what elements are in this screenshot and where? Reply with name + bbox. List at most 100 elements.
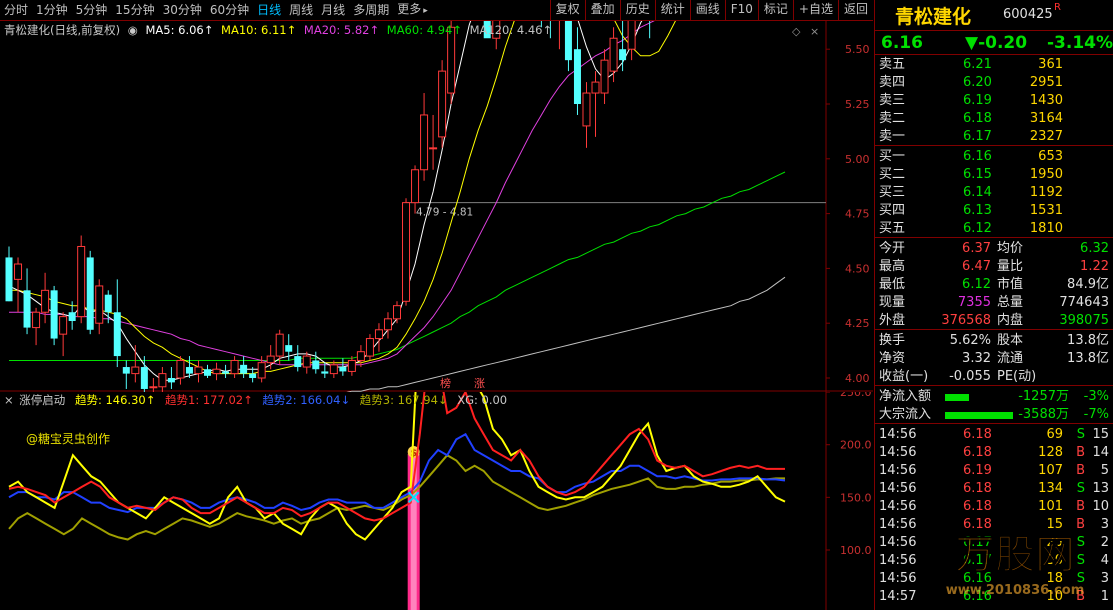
bid-row[interactable]: 买三 6.14 1192 (875, 184, 1113, 202)
ask-row[interactable]: 卖一 6.17 2327 (875, 128, 1113, 146)
candle (77, 235, 86, 324)
candle-body (131, 366, 140, 375)
bid-price: 6.16 (963, 149, 992, 164)
tab-period[interactable]: 多周期 (349, 0, 393, 21)
tab-period[interactable]: 周线 (285, 0, 317, 21)
back-button[interactable]: 返回 (837, 0, 873, 21)
close-icon[interactable]: × (4, 393, 14, 407)
candle (600, 49, 609, 104)
candle-body (294, 356, 302, 368)
candle (95, 279, 104, 335)
stat-value: 376568 (941, 313, 991, 328)
chart-header: 青松建化(日线,前复权) ◉ MA5: 6.06↑ MA10: 6.11↑ MA… (0, 21, 556, 39)
tab-period[interactable]: 60分钟 (206, 0, 253, 21)
stat-label: 总量 (997, 295, 1024, 310)
tick-count: 5 (1100, 463, 1109, 478)
watermark-url: www.2010836.com (946, 583, 1085, 598)
candle-body (582, 92, 591, 127)
ask-label: 卖一 (879, 129, 906, 144)
tick-side: S (1076, 481, 1085, 496)
tab-period[interactable]: 月线 (317, 0, 349, 21)
candle-body (619, 49, 627, 61)
tab-period[interactable]: 分时 (0, 0, 32, 21)
bid-vol: 1192 (1029, 185, 1063, 200)
y-tick-label: 5.00 (845, 153, 870, 166)
indicator-credit: @糖宝灵虫创作 (26, 432, 111, 446)
candlestick-chart[interactable]: 6.506.256.005.755.505.255.004.754.504.25… (0, 21, 873, 392)
trend2-label: 趋势2: 166.04↓ (262, 393, 351, 407)
tick-time: 14:56 (879, 535, 917, 550)
candle-body (347, 359, 356, 372)
tab-period[interactable]: 30分钟 (159, 0, 206, 21)
ask-row[interactable]: 卖三 6.19 1430 (875, 92, 1113, 110)
add-watchlist-button[interactable]: +自选 (792, 0, 838, 21)
flow-pct: -7% (1083, 407, 1109, 422)
bid-price: 6.15 (963, 167, 992, 182)
candle (374, 323, 383, 352)
indicator-chart[interactable]: 300.0250.0200.0150.0100.0$ × 涨停启动 趋势: 14… (0, 392, 873, 610)
candle-body (339, 367, 347, 372)
watermark-logo: 万股网 www.2010836.com (946, 532, 1085, 599)
tick-time: 14:56 (879, 445, 917, 460)
candle-body (609, 37, 618, 72)
candle-body (321, 371, 329, 374)
stat-value: 774643 (1059, 295, 1109, 310)
candlestick-svg[interactable]: 6.506.256.005.755.505.255.004.754.504.25… (0, 21, 873, 392)
bid-row[interactable]: 买五 6.12 1810 (875, 220, 1113, 238)
ask-row[interactable]: 卖五 6.21 361 (875, 56, 1113, 74)
tick-volume: 128 (1038, 445, 1063, 460)
candle (122, 360, 130, 389)
candle (212, 362, 221, 381)
ask-label: 卖五 (879, 57, 906, 72)
tick-row: 14:56 6.18 101 B 10 (875, 498, 1113, 516)
stat-label: 现量 (879, 295, 906, 310)
tick-volume: 107 (1038, 463, 1063, 478)
stat-label: PE(动) (997, 369, 1037, 384)
draw-button[interactable]: 画线 (689, 0, 725, 21)
tab-period[interactable]: 5分钟 (72, 0, 112, 21)
candle-body (140, 367, 148, 389)
candle (149, 378, 158, 392)
candle (438, 60, 447, 148)
candle (167, 367, 175, 389)
stat-value: 6.12 (962, 277, 991, 292)
overlay-button[interactable]: 叠加 (584, 0, 620, 21)
settings-icon[interactable]: ◉ (128, 23, 138, 37)
history-button[interactable]: 历史 (619, 0, 655, 21)
tick-time: 14:56 (879, 427, 917, 442)
restore-right-button[interactable]: 复权 (549, 0, 585, 21)
tab-period[interactable]: 1分钟 (32, 0, 72, 21)
candle (41, 272, 50, 324)
stat-label: 最低 (879, 277, 906, 292)
tab-period-active[interactable]: 日线 (253, 0, 285, 21)
candle-body (113, 312, 121, 357)
indicator-svg[interactable]: 300.0250.0200.0150.0100.0$ (0, 392, 873, 610)
bid-row[interactable]: 买一 6.16 653 (875, 148, 1113, 166)
bid-price: 6.14 (963, 185, 992, 200)
stat-value: 5.62% (949, 333, 991, 348)
quote-panel: 青松建化 600425 R 6.16 ▼-0.20 -3.14% 卖五 6.21 3… (874, 0, 1113, 610)
candle-body (240, 364, 248, 374)
tick-count: 14 (1092, 445, 1109, 460)
y-tick-label: 4.00 (845, 372, 870, 385)
tick-row: 14:56 6.19 107 B 5 (875, 462, 1113, 480)
bid-row[interactable]: 买二 6.15 1950 (875, 166, 1113, 184)
candle (383, 312, 392, 339)
candle-body (230, 359, 239, 375)
tab-more[interactable]: 更多 ▸ (393, 0, 432, 22)
bid-row[interactable]: 买四 6.13 1531 (875, 202, 1113, 220)
y-tick-label: 250.0 (840, 392, 872, 399)
f10-button[interactable]: F10 (724, 0, 758, 21)
more-arrow-icon: ▸ (423, 6, 428, 16)
ask-row[interactable]: 卖二 6.18 3164 (875, 110, 1113, 128)
stat-label: 外盘 (879, 313, 906, 328)
ask-row[interactable]: 卖四 6.20 2951 (875, 74, 1113, 92)
tab-period[interactable]: 15分钟 (111, 0, 158, 21)
y-tick-label: 200.0 (840, 439, 872, 452)
more-label: 更多 (397, 2, 422, 16)
indicator-name: 涨停启动 (19, 393, 66, 407)
stats-button[interactable]: 统计 (654, 0, 690, 21)
stat-label: 市值 (997, 277, 1024, 292)
mark-button[interactable]: 标记 (757, 0, 793, 21)
candle-body (564, 21, 572, 61)
